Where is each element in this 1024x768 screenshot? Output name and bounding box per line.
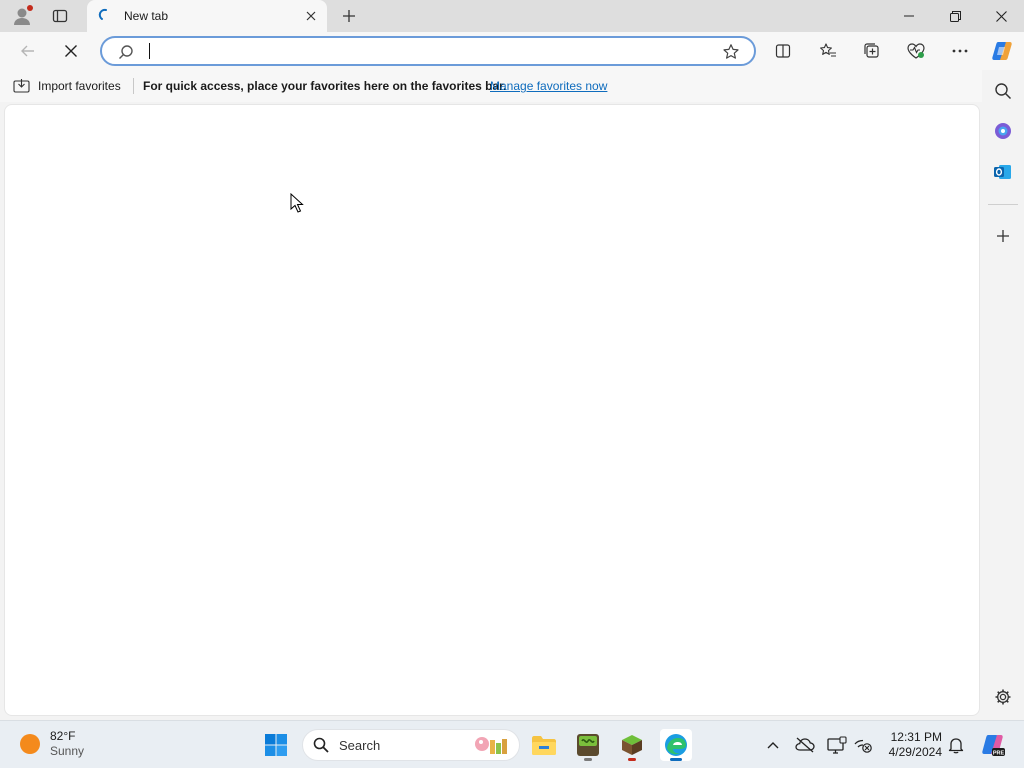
- restore-icon: [949, 10, 961, 22]
- taskbar-app-game[interactable]: [572, 729, 604, 761]
- cloud-offline-icon: [795, 737, 815, 753]
- split-screen-icon: [775, 44, 791, 58]
- outlook-icon: [994, 165, 1011, 179]
- search-icon: [313, 737, 329, 753]
- restore-button[interactable]: [932, 0, 978, 32]
- settings-more-button[interactable]: [946, 37, 974, 65]
- taskbar-app-minecraft[interactable]: [616, 729, 648, 761]
- sidebar-add-button[interactable]: [990, 223, 1016, 249]
- sidebar-m365-button[interactable]: [990, 118, 1016, 144]
- tab-new-tab[interactable]: New tab: [87, 0, 327, 32]
- heart-pulse-icon: [907, 43, 925, 59]
- favorites-divider: [133, 78, 134, 94]
- address-input[interactable]: [148, 41, 708, 61]
- close-icon: [995, 10, 1007, 22]
- network-disconnected-icon: [854, 739, 872, 753]
- sidebar-search-button[interactable]: [990, 78, 1016, 104]
- taskbar: 82°F Sunny Search 12:31 PM 4/29/2024 PRE: [0, 720, 1024, 768]
- network-tray-icon[interactable]: [851, 733, 875, 757]
- search-icon: [119, 45, 133, 59]
- tab-close-button[interactable]: [303, 8, 319, 24]
- favorites-bar: Import favorites For quick access, place…: [0, 70, 982, 102]
- copilot-taskbar-button[interactable]: PRE: [978, 730, 1008, 760]
- more-dots-icon: [952, 49, 968, 53]
- import-favorites-button[interactable]: Import favorites: [13, 78, 121, 93]
- collections-icon: [864, 43, 879, 58]
- chevron-up-icon: [767, 742, 779, 749]
- onedrive-tray-icon[interactable]: [793, 733, 817, 757]
- clock-date: 4/29/2024: [888, 745, 942, 759]
- copilot-icon: [992, 42, 1012, 60]
- clock[interactable]: 12:31 PM 4/29/2024: [884, 730, 942, 760]
- favorites-button[interactable]: [814, 37, 842, 65]
- close-icon: [306, 11, 316, 21]
- minimize-button[interactable]: [886, 0, 932, 32]
- notifications-button[interactable]: [944, 733, 968, 757]
- loading-favicon-icon: [98, 8, 107, 20]
- clock-time: 12:31 PM: [890, 730, 942, 744]
- taskbar-search-label: Search: [339, 738, 381, 753]
- profile-button[interactable]: [11, 5, 33, 27]
- gear-icon: [995, 689, 1011, 705]
- copilot-icon: PRE: [982, 735, 1005, 756]
- mouse-cursor-icon: [290, 193, 304, 213]
- page-content[interactable]: [4, 104, 980, 716]
- favorites-bar-message: For quick access, place your favorites h…: [143, 79, 507, 93]
- windows-logo-icon: [265, 734, 287, 756]
- running-indicator: [628, 758, 636, 761]
- sidebar: [982, 70, 1024, 720]
- favorites-star-list-icon: [820, 43, 836, 57]
- tab-actions-icon: [52, 9, 68, 23]
- browser-essentials-button[interactable]: [902, 37, 930, 65]
- tab-title: New tab: [124, 9, 169, 23]
- bell-icon: [948, 738, 964, 754]
- sidebar-divider: [988, 204, 1018, 205]
- taskbar-file-explorer[interactable]: [528, 729, 560, 761]
- manage-favorites-link[interactable]: Manage favorites now: [490, 79, 607, 93]
- microsoft-365-icon: [995, 123, 1011, 139]
- folder-icon: [532, 736, 556, 755]
- back-arrow-icon: [21, 45, 34, 57]
- display-tray-icon[interactable]: [825, 733, 849, 757]
- search-icon: [995, 83, 1012, 100]
- close-icon: [65, 45, 77, 57]
- profile-notification-dot: [27, 5, 33, 11]
- sidebar-outlook-button[interactable]: [990, 159, 1016, 185]
- sidebar-settings-button[interactable]: [990, 684, 1016, 710]
- split-screen-button[interactable]: [769, 37, 797, 65]
- weather-widget[interactable]: 82°F Sunny: [20, 729, 84, 759]
- close-window-button[interactable]: [978, 0, 1024, 32]
- active-indicator: [670, 758, 682, 761]
- weather-temperature: 82°F: [50, 729, 76, 743]
- search-highlight-icon: [475, 737, 507, 754]
- weather-condition: Sunny: [50, 744, 85, 758]
- grass-block-icon: [622, 735, 642, 755]
- collections-button[interactable]: [858, 37, 886, 65]
- sunny-weather-icon: [20, 734, 40, 754]
- address-bar[interactable]: [100, 36, 756, 66]
- edge-browser-icon: [665, 734, 687, 756]
- new-tab-button[interactable]: [337, 4, 361, 28]
- svg-text:PRE: PRE: [993, 750, 1005, 756]
- copilot-button[interactable]: [988, 37, 1016, 65]
- tab-actions-button[interactable]: [48, 5, 72, 27]
- import-icon: [13, 79, 30, 93]
- back-button[interactable]: [14, 37, 42, 65]
- import-favorites-label: Import favorites: [38, 78, 121, 93]
- minimize-icon: [904, 15, 914, 17]
- start-button[interactable]: [260, 729, 292, 761]
- taskbar-edge[interactable]: [660, 729, 692, 761]
- taskbar-search-box[interactable]: Search: [302, 729, 520, 761]
- tab-strip: New tab: [0, 0, 1024, 32]
- toolbar: [0, 32, 1024, 70]
- monitor-icon: [827, 736, 847, 754]
- text-caret: [149, 43, 150, 59]
- game-app-icon: [577, 734, 599, 756]
- plus-icon: [997, 230, 1009, 242]
- plus-icon: [343, 10, 355, 22]
- running-indicator: [584, 758, 592, 761]
- add-favorite-star-icon[interactable]: [722, 43, 740, 61]
- show-hidden-icons-button[interactable]: [761, 733, 785, 757]
- stop-loading-button[interactable]: [57, 37, 85, 65]
